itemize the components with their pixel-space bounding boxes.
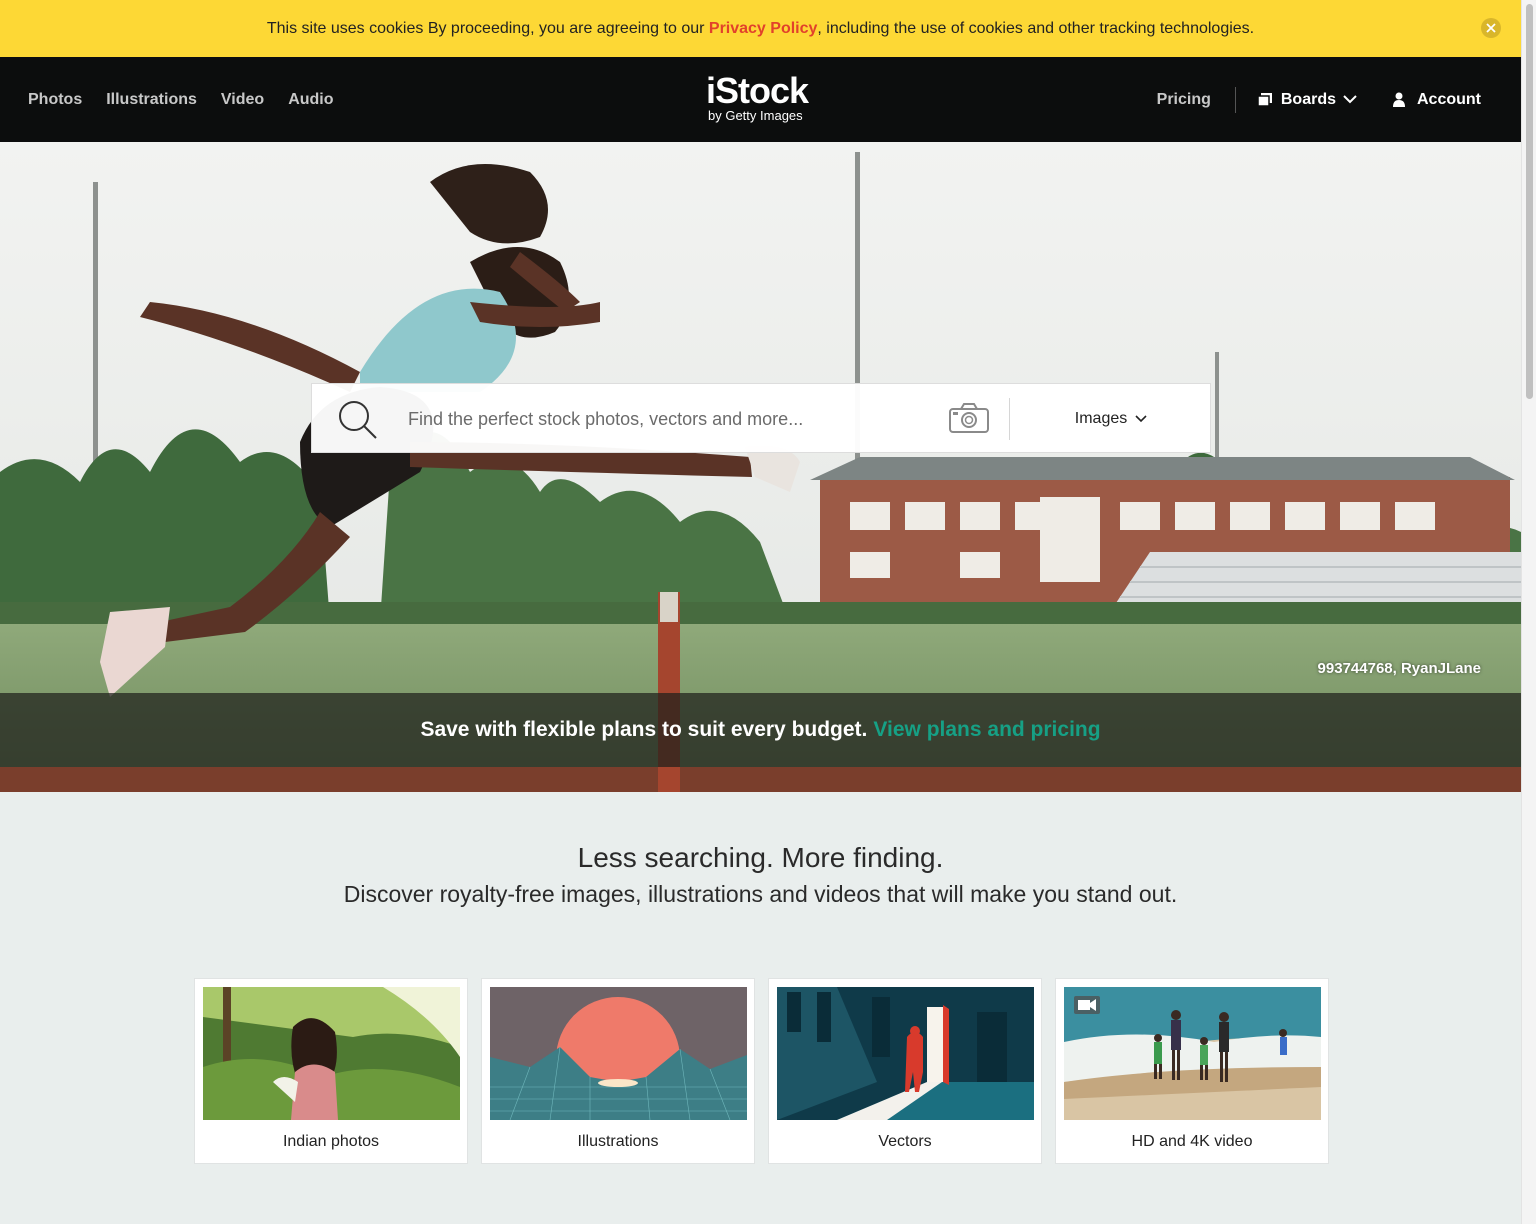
account-nav: Pricing Boards Account xyxy=(1157,57,1481,142)
site-header: Photos Illustrations Video Audio iStock … xyxy=(0,57,1521,142)
chevron-down-icon xyxy=(1135,415,1147,423)
page-title: Less searching. More finding. xyxy=(577,842,944,873)
user-icon xyxy=(1393,92,1405,107)
cookie-text-after: , including the use of cookies and other… xyxy=(817,19,1255,37)
card-indian-photos[interactable]: Indian photos xyxy=(194,978,468,1164)
card-thumbnail xyxy=(777,987,1034,1120)
category-cards: Indian photos Illustrations Vectors HD a… xyxy=(194,978,1329,1164)
cookie-text: This site uses cookies By proceeding, yo… xyxy=(267,20,1254,38)
card-thumbnail xyxy=(490,987,747,1120)
nav-photos[interactable]: Photos xyxy=(28,91,82,109)
cookie-banner: This site uses cookies By proceeding, yo… xyxy=(0,0,1521,57)
scrollbar-thumb[interactable] xyxy=(1526,4,1533,399)
camera-icon[interactable] xyxy=(948,402,990,439)
search-input[interactable] xyxy=(408,402,928,436)
card-label: Vectors xyxy=(878,1133,932,1150)
nav-video[interactable]: Video xyxy=(221,91,264,109)
close-icon[interactable] xyxy=(1481,18,1501,38)
istock-logo[interactable]: iStock by Getty Images xyxy=(706,73,826,127)
card-label: Indian photos xyxy=(282,1133,380,1150)
search-bar: Images xyxy=(311,383,1211,453)
boards-menu[interactable]: Boards xyxy=(1257,90,1357,109)
logo-subtext: by Getty Images xyxy=(708,108,803,123)
card-illustrations[interactable]: Illustrations xyxy=(481,978,755,1164)
promo-text: Save with flexible plans to suit every b… xyxy=(420,718,868,741)
account-label: Account xyxy=(1417,90,1481,108)
cookie-text-before: This site uses cookies By proceeding, yo… xyxy=(266,19,709,37)
nav-illustrations[interactable]: Illustrations xyxy=(106,91,197,109)
search-icon[interactable] xyxy=(338,400,378,445)
nav-pricing[interactable]: Pricing xyxy=(1157,91,1211,109)
nav-divider xyxy=(1234,86,1236,113)
card-hd-4k-video[interactable]: HD and 4K video xyxy=(1055,978,1329,1164)
logo-text: iStock xyxy=(706,70,809,111)
card-label: HD and 4K video xyxy=(1131,1133,1253,1150)
primary-nav: Photos Illustrations Video Audio xyxy=(28,57,334,142)
main-content: Less searching. More finding. Discover r… xyxy=(0,792,1521,1224)
account-menu[interactable]: Account xyxy=(1393,91,1481,109)
card-vectors[interactable]: Vectors xyxy=(768,978,1042,1164)
view-plans-link[interactable]: View plans and pricing xyxy=(873,718,1100,742)
card-label: Illustrations xyxy=(577,1133,659,1150)
boards-icon xyxy=(1257,92,1273,107)
image-credit: 993744768, RyanJLane xyxy=(1317,660,1481,677)
card-thumbnail xyxy=(203,987,460,1120)
card-thumbnail xyxy=(1064,987,1321,1120)
privacy-policy-link[interactable]: Privacy Policy xyxy=(709,20,818,37)
page-scrollbar[interactable] xyxy=(1521,0,1536,1224)
media-type-select[interactable]: Images xyxy=(1010,384,1212,454)
nav-audio[interactable]: Audio xyxy=(288,91,333,109)
boards-label: Boards xyxy=(1280,90,1336,108)
page-subtitle: Discover royalty-free images, illustrati… xyxy=(343,881,1178,907)
promo-banner: Save with flexible plans to suit every b… xyxy=(0,693,1521,767)
hero: Images 993744768, RyanJLane Save with fl… xyxy=(0,142,1521,792)
media-type-label: Images xyxy=(1074,410,1128,427)
chevron-down-icon xyxy=(1343,95,1357,104)
